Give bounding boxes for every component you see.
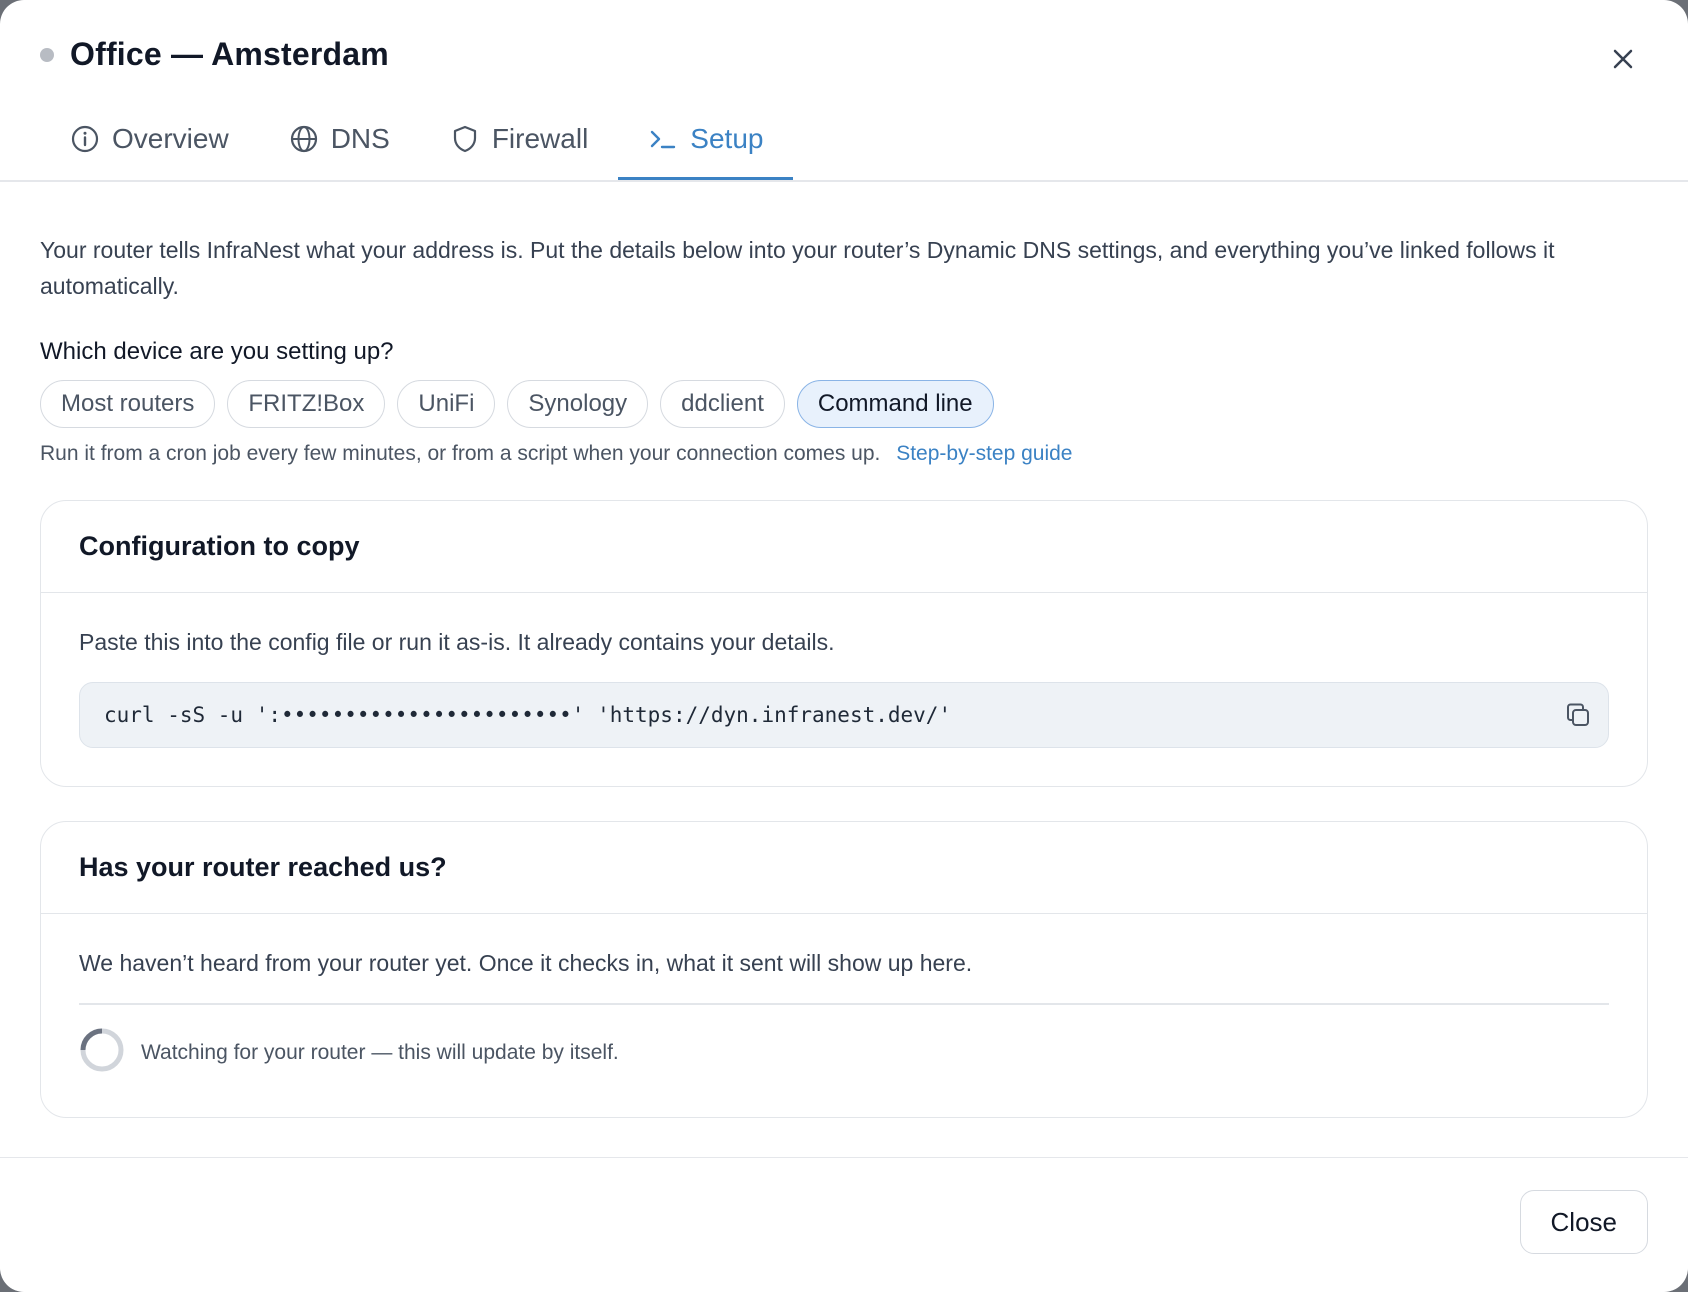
dialog-header: Office — Amsterdam Overview DNS Firewall… bbox=[0, 0, 1688, 182]
shield-icon bbox=[450, 124, 480, 154]
globe-icon bbox=[289, 124, 319, 154]
tab-label: Firewall bbox=[491, 122, 589, 154]
device-chip-most-routers[interactable]: Most routers bbox=[40, 380, 216, 428]
tab-firewall[interactable]: Firewall bbox=[420, 100, 618, 180]
dialog-footer: Close bbox=[0, 1157, 1688, 1292]
device-chip-command-line[interactable]: Command line bbox=[796, 380, 994, 428]
watching-status: Watching for your router — this will upd… bbox=[79, 1027, 1609, 1079]
device-chip-ddclient[interactable]: ddclient bbox=[660, 380, 785, 428]
status-card-title: Has your router reached us? bbox=[41, 822, 1647, 914]
device-hint: Run it from a cron job every few minutes… bbox=[40, 442, 1648, 466]
close-button[interactable]: Close bbox=[1519, 1190, 1648, 1254]
copy-icon[interactable] bbox=[1562, 699, 1594, 731]
config-card-title: Configuration to copy bbox=[41, 501, 1647, 593]
device-question: Which device are you setting up? bbox=[40, 338, 394, 365]
tab-label: Overview bbox=[112, 122, 229, 154]
tab-overview[interactable]: Overview bbox=[40, 100, 259, 180]
config-card: Configuration to copy Paste this into th… bbox=[40, 500, 1648, 787]
device-chip-unifi[interactable]: UniFi bbox=[397, 380, 496, 428]
divider bbox=[79, 1003, 1609, 1005]
status-dot bbox=[40, 47, 54, 62]
step-by-step-guide-link[interactable]: Step-by-step guide bbox=[896, 442, 1072, 465]
hint-text: Run it from a cron job every few minutes… bbox=[40, 442, 881, 465]
tab-bar: Overview DNS Firewall Setup bbox=[40, 100, 1608, 180]
setup-dialog: Office — Amsterdam Overview DNS Firewall… bbox=[0, 0, 1688, 1292]
command-box: curl -sS -u ':•••••••••••••••••••••••' '… bbox=[79, 682, 1609, 748]
status-card-body: We haven’t heard from your router yet. O… bbox=[41, 914, 1647, 1117]
title-row: Office — Amsterdam bbox=[40, 36, 389, 73]
command-text[interactable]: curl -sS -u ':•••••••••••••••••••••••' '… bbox=[104, 703, 951, 727]
dialog-title: Office — Amsterdam bbox=[70, 36, 389, 72]
tab-dns[interactable]: DNS bbox=[259, 100, 420, 180]
close-icon[interactable] bbox=[1608, 44, 1638, 74]
watching-text: Watching for your router — this will upd… bbox=[141, 1040, 619, 1064]
tab-label: DNS bbox=[330, 122, 390, 154]
setup-content: Your router tells InfraNest what your ad… bbox=[0, 232, 1688, 1118]
info-icon bbox=[70, 124, 100, 154]
status-card: Has your router reached us? We haven’t h… bbox=[40, 821, 1648, 1118]
config-description: Paste this into the config file or run i… bbox=[79, 629, 835, 655]
tab-setup[interactable]: Setup bbox=[618, 100, 794, 180]
spinner-icon bbox=[79, 1027, 125, 1079]
terminal-icon bbox=[648, 124, 678, 154]
device-selector: Most routers FRITZ!Box UniFi Synology dd… bbox=[40, 380, 1648, 428]
device-chip-fritzbox[interactable]: FRITZ!Box bbox=[227, 380, 386, 428]
status-message: We haven’t heard from your router yet. O… bbox=[79, 950, 973, 976]
tab-label: Setup bbox=[690, 122, 764, 154]
config-card-body: Paste this into the config file or run i… bbox=[41, 593, 1647, 786]
device-chip-synology[interactable]: Synology bbox=[507, 380, 649, 428]
intro-text: Your router tells InfraNest what your ad… bbox=[40, 237, 1555, 299]
